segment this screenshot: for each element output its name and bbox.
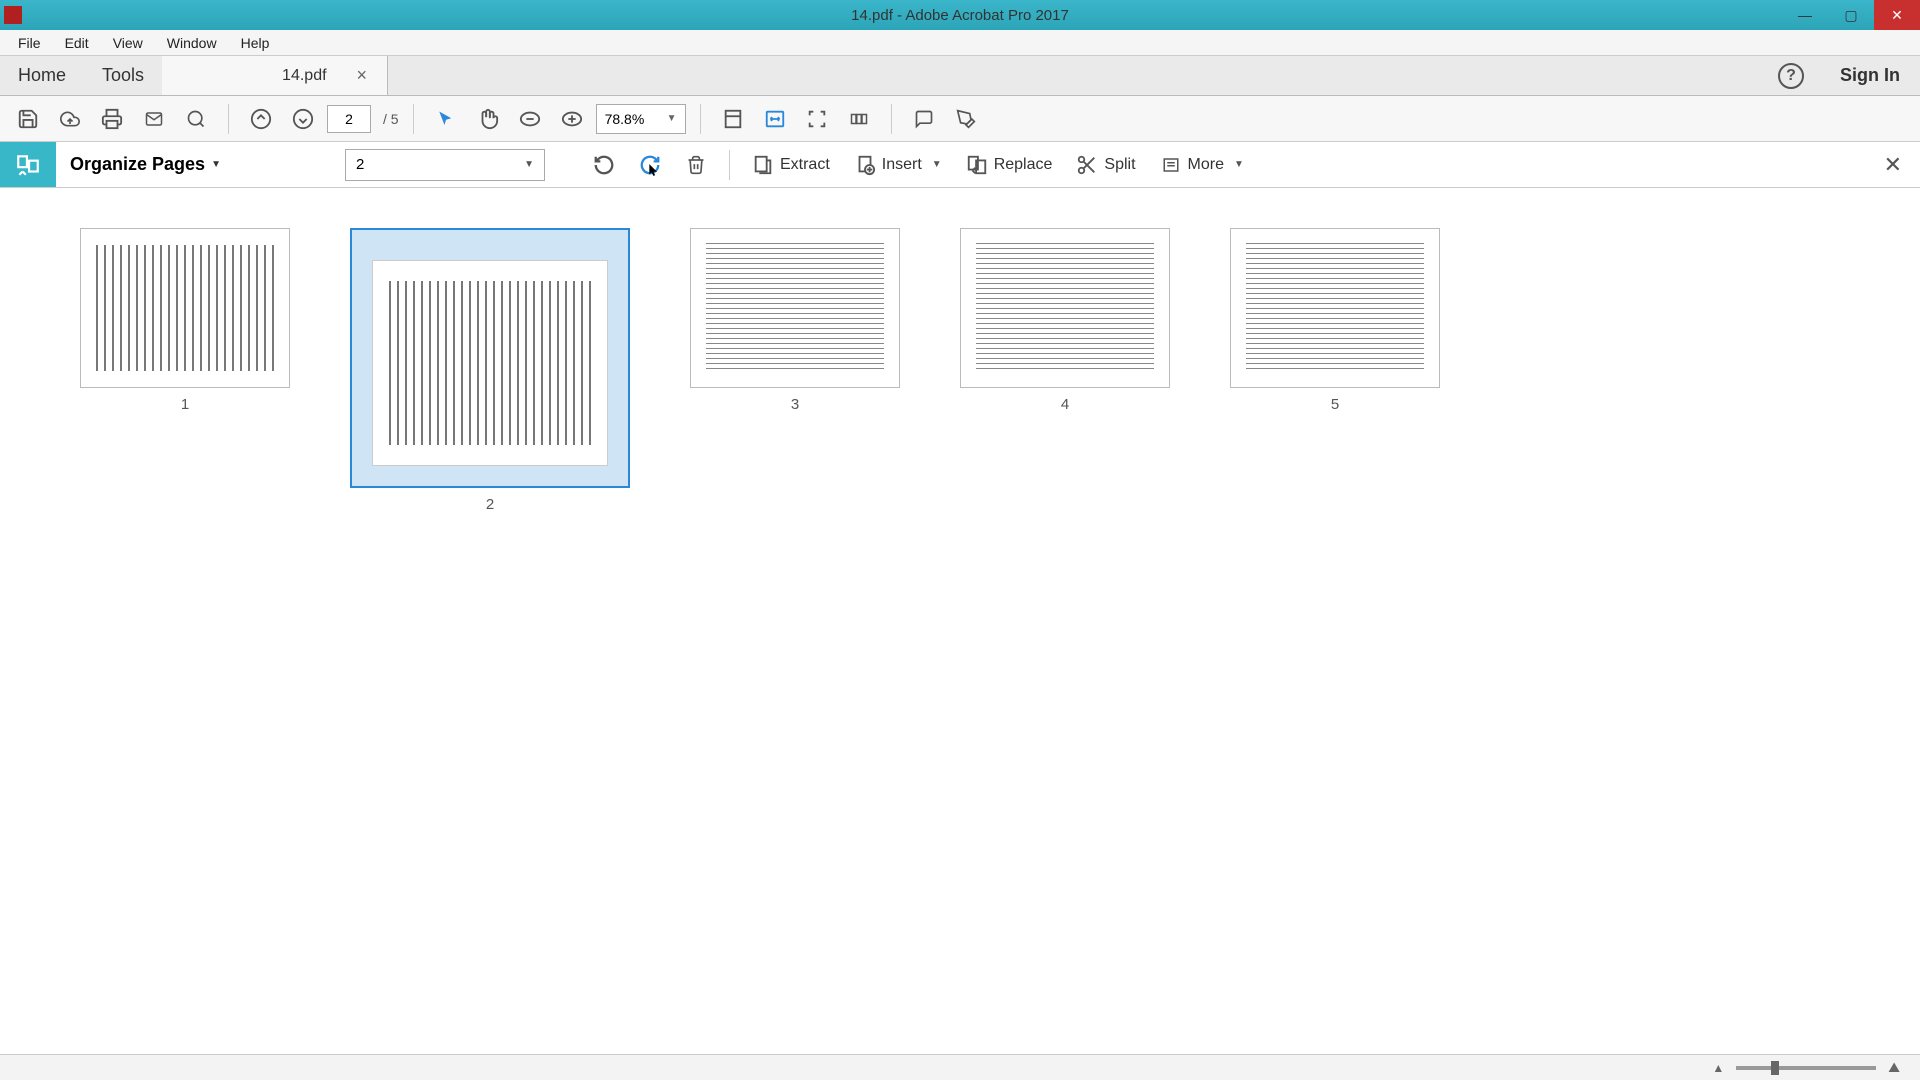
window-title: 14.pdf - Adobe Acrobat Pro 2017 <box>851 7 1069 24</box>
highlight-icon[interactable] <box>948 102 984 136</box>
delete-button[interactable] <box>675 147 717 183</box>
organize-toolbar: Organize Pages ▼ 2 ▼ Extract Insert ▼ Re… <box>0 142 1920 188</box>
zoom-out-icon[interactable] <box>512 102 548 136</box>
rotate-ccw-button[interactable] <box>583 147 625 183</box>
zoom-dropdown[interactable]: 78.8% ▼ <box>596 104 686 134</box>
thumbnail-number: 4 <box>1061 396 1069 413</box>
comment-icon[interactable] <box>906 102 942 136</box>
rotate-cw-button[interactable] <box>629 147 671 183</box>
slider-handle[interactable] <box>1771 1061 1779 1075</box>
separator <box>700 104 701 134</box>
rotate-ccw-icon <box>593 154 615 176</box>
menu-edit[interactable]: Edit <box>53 31 101 55</box>
insert-button[interactable]: Insert ▼ <box>844 147 952 183</box>
chevron-down-icon: ▼ <box>524 159 534 170</box>
thumbnail-number: 5 <box>1331 396 1339 413</box>
zoom-out-small-icon[interactable]: ▲ <box>1712 1061 1724 1075</box>
page-down-icon[interactable] <box>285 102 321 136</box>
page-up-icon[interactable] <box>243 102 279 136</box>
close-button[interactable]: ✕ <box>1874 0 1920 30</box>
fit-visible-icon[interactable] <box>799 102 835 136</box>
zoom-in-small-icon[interactable]: ⛰ <box>1888 1059 1900 1076</box>
page-thumbnail[interactable]: 5 <box>1230 228 1440 413</box>
extract-button[interactable]: Extract <box>742 147 840 183</box>
page-thumbnail[interactable]: 1 <box>80 228 290 413</box>
page-thumbnail[interactable]: 4 <box>960 228 1170 413</box>
thumbnail-number: 2 <box>486 496 494 513</box>
page-range-select[interactable]: 2 ▼ <box>345 149 545 181</box>
trash-icon <box>685 154 707 176</box>
zoom-value: 78.8% <box>605 111 645 127</box>
page-number-input[interactable] <box>327 105 371 133</box>
organize-pages-icon[interactable] <box>0 142 56 187</box>
chevron-down-icon: ▼ <box>1234 159 1244 170</box>
chevron-down-icon: ▼ <box>211 159 221 170</box>
page-total-label: / 5 <box>383 111 399 127</box>
fit-width-icon[interactable] <box>757 102 793 136</box>
help-icon[interactable]: ? <box>1778 63 1804 89</box>
sign-in-link[interactable]: Sign In <box>1820 65 1920 86</box>
insert-icon <box>854 154 876 176</box>
more-icon <box>1160 154 1182 176</box>
page-thumbnail[interactable]: 3 <box>690 228 900 413</box>
menu-view[interactable]: View <box>101 31 155 55</box>
replace-icon <box>966 154 988 176</box>
split-icon <box>1076 154 1098 176</box>
thumbnail-number: 3 <box>791 396 799 413</box>
page-thumbnail[interactable]: 2 <box>350 228 630 513</box>
menu-window[interactable]: Window <box>155 31 229 55</box>
tab-tools[interactable]: Tools <box>84 57 162 94</box>
separator <box>891 104 892 134</box>
tab-home[interactable]: Home <box>0 57 84 94</box>
chevron-down-icon: ▼ <box>932 159 942 170</box>
email-icon[interactable] <box>136 102 172 136</box>
app-icon <box>4 6 22 24</box>
separator <box>228 104 229 134</box>
tabbar: Home Tools 14.pdf × ? Sign In <box>0 56 1920 96</box>
thumbnail-area: 1 2 3 4 5 <box>0 188 1920 553</box>
replace-button[interactable]: Replace <box>956 147 1063 183</box>
document-tab-label: 14.pdf <box>282 67 326 85</box>
search-icon[interactable] <box>178 102 214 136</box>
extract-icon <box>752 154 774 176</box>
extract-label: Extract <box>780 156 830 174</box>
separator <box>729 150 730 180</box>
document-tab-close-icon[interactable]: × <box>357 65 368 86</box>
read-mode-icon[interactable] <box>841 102 877 136</box>
split-button[interactable]: Split <box>1066 147 1145 183</box>
more-button[interactable]: More ▼ <box>1150 147 1254 183</box>
organize-pages-dropdown[interactable]: Organize Pages ▼ <box>60 154 231 175</box>
window-controls: — ▢ ✕ <box>1782 0 1920 30</box>
page-range-value: 2 <box>356 156 364 173</box>
save-icon[interactable] <box>10 102 46 136</box>
insert-label: Insert <box>882 156 922 174</box>
separator <box>413 104 414 134</box>
print-icon[interactable] <box>94 102 130 136</box>
cloud-icon[interactable] <box>52 102 88 136</box>
minimize-button[interactable]: — <box>1782 0 1828 30</box>
close-panel-icon[interactable]: ✕ <box>1884 152 1902 178</box>
thumbnail-number: 1 <box>181 396 189 413</box>
menu-file[interactable]: File <box>6 31 53 55</box>
fit-page-icon[interactable] <box>715 102 751 136</box>
organize-pages-label: Organize Pages <box>70 154 205 175</box>
thumbnail-zoom-slider[interactable] <box>1736 1066 1876 1070</box>
status-bar: ▲ ⛰ <box>0 1054 1920 1080</box>
hand-tool-icon[interactable] <box>470 102 506 136</box>
cursor-tool-icon[interactable] <box>428 102 464 136</box>
split-label: Split <box>1104 156 1135 174</box>
main-toolbar: / 5 78.8% ▼ <box>0 96 1920 142</box>
chevron-down-icon: ▼ <box>667 113 677 124</box>
more-label: More <box>1188 156 1224 174</box>
maximize-button[interactable]: ▢ <box>1828 0 1874 30</box>
document-tab[interactable]: 14.pdf × <box>162 56 388 95</box>
titlebar: 14.pdf - Adobe Acrobat Pro 2017 — ▢ ✕ <box>0 0 1920 30</box>
rotate-cw-icon <box>639 154 661 176</box>
replace-label: Replace <box>994 156 1053 174</box>
menubar: File Edit View Window Help <box>0 30 1920 56</box>
menu-help[interactable]: Help <box>229 31 282 55</box>
zoom-in-icon[interactable] <box>554 102 590 136</box>
